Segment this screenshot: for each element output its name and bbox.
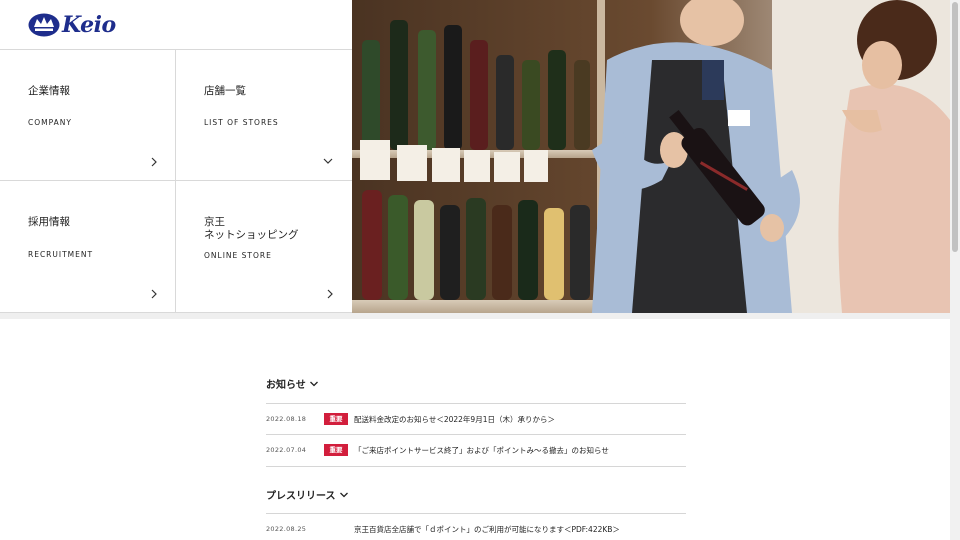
nav-tile-jp-label: 店舗一覧 bbox=[204, 85, 246, 97]
press-heading-label: プレスリリース bbox=[266, 491, 336, 502]
section-divider-band bbox=[0, 313, 950, 319]
nav-tile-jp-label: 京王 ネットショッピング bbox=[204, 216, 299, 241]
logo-text: Keio bbox=[62, 12, 116, 38]
news-heading-label: お知らせ bbox=[266, 380, 306, 391]
press-heading[interactable]: プレスリリース bbox=[266, 487, 686, 502]
nav-tile-stores[interactable]: 店舗一覧 LIST OF STORES bbox=[176, 50, 351, 181]
keio-crown-icon bbox=[28, 13, 60, 37]
press-item[interactable]: 2022.08.25 京王百貨店全店舗で「ｄポイント」のご利用が可能になります＜… bbox=[266, 513, 686, 540]
chevron-down-icon bbox=[309, 381, 318, 386]
important-badge: 重要 bbox=[324, 444, 348, 456]
chevron-right-icon bbox=[148, 156, 160, 168]
wine-shop-photo bbox=[352, 0, 950, 313]
chevron-down-icon bbox=[322, 155, 334, 167]
news-item[interactable]: 2022.08.18 重要 配送料金改定のお知らせ＜2022年9月1日（木）承り… bbox=[266, 403, 686, 435]
hero-image bbox=[352, 0, 950, 313]
nav-tile-en-label: ONLINE STORE bbox=[204, 251, 272, 260]
nav-tile-recruitment[interactable]: 採用情報 RECRUITMENT bbox=[0, 181, 175, 312]
news-title[interactable]: 配送料金改定のお知らせ＜2022年9月1日（木）承りから＞ bbox=[354, 414, 555, 425]
top-navigation: Keio 企業情報 COMPANY 店舗一覧 LIST OF STORES 採用… bbox=[0, 0, 352, 313]
chevron-right-icon bbox=[324, 288, 336, 300]
chevron-right-icon bbox=[148, 288, 160, 300]
news-section: お知らせ bbox=[266, 376, 686, 391]
keio-logo[interactable]: Keio bbox=[28, 13, 116, 37]
nav-tile-jp-label: 企業情報 bbox=[28, 85, 70, 97]
page: Keio 企業情報 COMPANY 店舗一覧 LIST OF STORES 採用… bbox=[0, 0, 950, 540]
press-date: 2022.08.25 bbox=[266, 525, 307, 533]
press-title[interactable]: 京王百貨店全店舗で「ｄポイント」のご利用が可能になります＜PDF:422KB＞ bbox=[354, 524, 620, 535]
nav-tile-company[interactable]: 企業情報 COMPANY bbox=[0, 50, 175, 181]
press-section: プレスリリース bbox=[266, 487, 686, 502]
news-title[interactable]: 「ご来店ポイントサービス終了」および「ポイントみ〜る撤去」のお知らせ bbox=[354, 445, 609, 456]
news-date: 2022.08.18 bbox=[266, 415, 307, 423]
news-item[interactable]: 2022.07.04 重要 「ご来店ポイントサービス終了」および「ポイントみ〜る… bbox=[266, 434, 686, 467]
news-heading[interactable]: お知らせ bbox=[266, 376, 686, 391]
news-date: 2022.07.04 bbox=[266, 446, 307, 454]
nav-tile-en-label: RECRUITMENT bbox=[28, 250, 94, 259]
nav-tile-jp-label: 採用情報 bbox=[28, 216, 70, 228]
scrollbar-thumb[interactable] bbox=[952, 2, 958, 252]
nav-tile-online-store[interactable]: 京王 ネットショッピング ONLINE STORE bbox=[176, 181, 351, 312]
nav-tile-en-label: COMPANY bbox=[28, 118, 72, 127]
chevron-down-icon bbox=[339, 492, 348, 497]
nav-tile-en-label: LIST OF STORES bbox=[204, 118, 279, 127]
important-badge: 重要 bbox=[324, 413, 348, 425]
